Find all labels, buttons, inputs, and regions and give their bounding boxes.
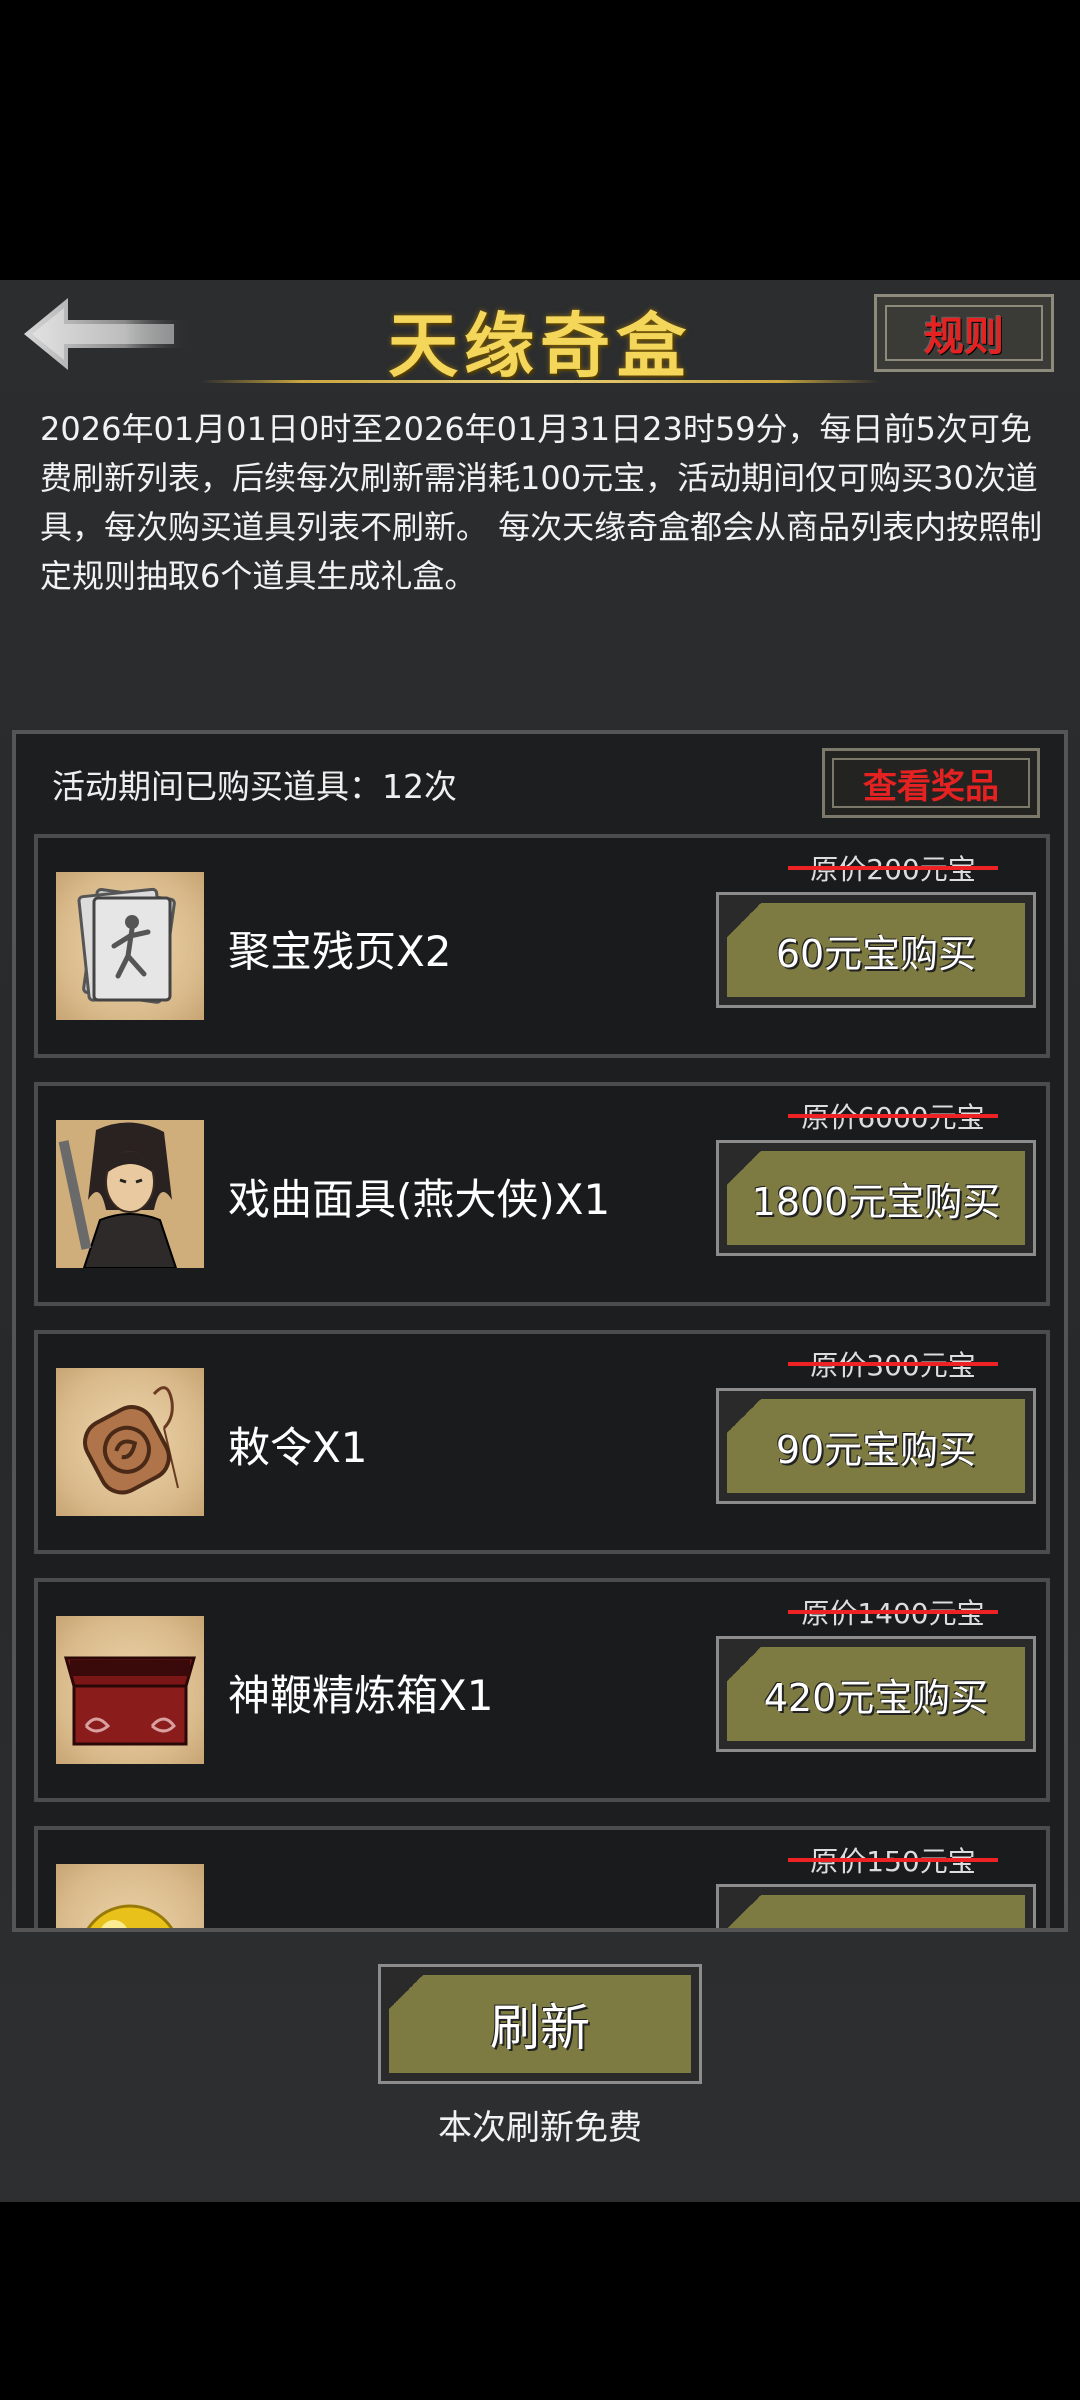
hero-portrait-icon: [56, 1120, 204, 1268]
item-name: 神鞭精炼箱X1: [228, 1671, 494, 1720]
buy-button-label: 1800元宝购买: [727, 1151, 1025, 1245]
price-strikethrough: [788, 866, 998, 870]
token-icon: [56, 1368, 204, 1516]
buy-button[interactable]: 60元宝购买: [716, 892, 1036, 1008]
original-price: 原价6000元宝: [768, 1096, 1018, 1136]
item-name: 敕令X1: [228, 1423, 368, 1472]
price-strikethrough: [788, 1610, 998, 1614]
activity-description: 2026年01月01日0时至2026年01月31日23时59分，每日前5次可免费…: [40, 410, 1043, 595]
shop-panel: 活动期间已购买道具：12次 查看奖品 聚宝残页X2 原价200: [12, 730, 1068, 1932]
item-list[interactable]: 聚宝残页X2 原价200元宝 60元宝购买: [34, 834, 1050, 1928]
list-item: 原价150元宝: [34, 1826, 1050, 1928]
buy-button[interactable]: [716, 1884, 1036, 1928]
title-area: 天缘奇盒: [190, 280, 890, 390]
buy-button-label: 90元宝购买: [727, 1399, 1025, 1493]
buy-button-label: 60元宝购买: [727, 903, 1025, 997]
page-title: 天缘奇盒: [388, 304, 692, 387]
refresh-cost-note: 本次刷新免费: [438, 2108, 642, 2148]
list-item: 神鞭精炼箱X1 原价1400元宝 420元宝购买: [34, 1578, 1050, 1802]
buy-button-label: [727, 1895, 1025, 1928]
scroll-pages-icon: [56, 872, 204, 1020]
buy-button[interactable]: 1800元宝购买: [716, 1140, 1036, 1256]
view-prizes-label: 查看奖品: [832, 758, 1030, 808]
price-strikethrough: [788, 1858, 998, 1862]
original-price: 原价1400元宝: [768, 1592, 1018, 1632]
buy-button[interactable]: 420元宝购买: [716, 1636, 1036, 1752]
list-item: 聚宝残页X2 原价200元宝 60元宝购买: [34, 834, 1050, 1058]
list-item: 敕令X1 原价300元宝 90元宝购买: [34, 1330, 1050, 1554]
back-button[interactable]: [24, 294, 194, 374]
price-strikethrough: [788, 1362, 998, 1366]
view-prizes-button[interactable]: 查看奖品: [822, 748, 1040, 818]
purchase-count-text: 活动期间已购买道具：12次: [52, 767, 457, 806]
original-price: 原价300元宝: [768, 1344, 1018, 1384]
original-price: 原价200元宝: [768, 848, 1018, 888]
list-item: 戏曲面具(燕大侠)X1 原价6000元宝 1800元宝购买: [34, 1082, 1050, 1306]
rules-button-label: 规则: [885, 305, 1043, 361]
original-price: 原价150元宝: [768, 1840, 1018, 1880]
gold-orb-icon: [56, 1864, 204, 1928]
buy-button-label: 420元宝购买: [727, 1647, 1025, 1741]
item-name: 戏曲面具(燕大侠)X1: [228, 1175, 611, 1224]
price-strikethrough: [788, 1114, 998, 1118]
rules-button[interactable]: 规则: [874, 294, 1054, 372]
back-arrow-icon: [24, 298, 192, 370]
activity-page: 天缘奇盒 规则 2026年01月01日0时至2026年01月31日23时59分，…: [0, 280, 1080, 2202]
refresh-button[interactable]: 刷新: [378, 1964, 702, 2084]
title-underline: [200, 380, 880, 383]
item-name: 聚宝残页X2: [228, 927, 452, 976]
buy-button[interactable]: 90元宝购买: [716, 1388, 1036, 1504]
refresh-button-label: 刷新: [389, 1975, 691, 2073]
chest-icon: [56, 1616, 204, 1764]
